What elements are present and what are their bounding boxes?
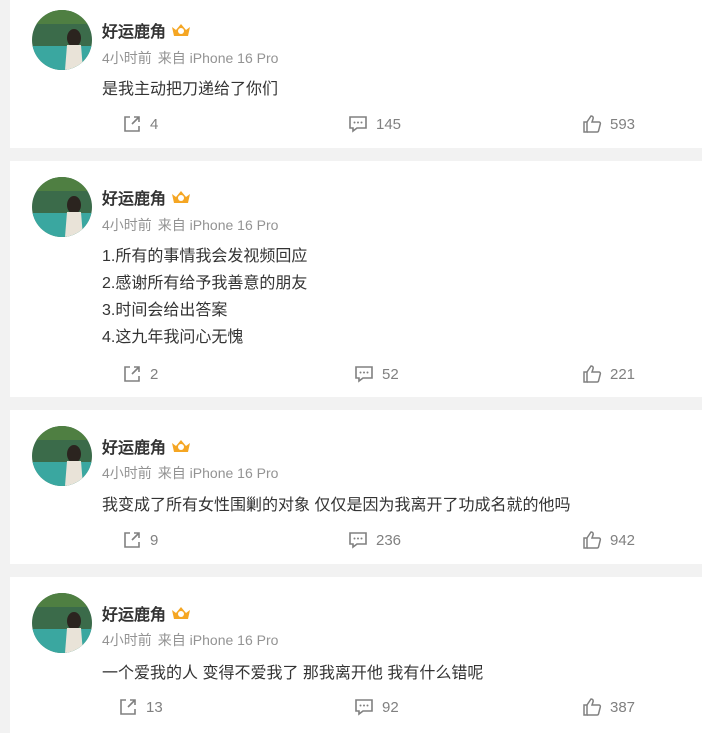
share-button[interactable]: 4 [122, 114, 158, 134]
share-button[interactable]: 2 [122, 364, 158, 384]
comment-icon [349, 532, 367, 549]
avatar[interactable] [32, 10, 92, 70]
username[interactable]: 好运鹿角 [102, 601, 166, 625]
post-time[interactable]: 4小时前 [102, 632, 152, 648]
post-card: 好运鹿角 4小时前 来自 iPhone 16 Pro 我变成了所有女性围剿的对象 … [10, 410, 702, 564]
post-card: 好运鹿角 4小时前 来自 iPhone 16 Pro 1.所有的事情我会发视频回应… [10, 161, 702, 397]
post-card: 好运鹿角 4小时前 来自 iPhone 16 Pro 是我主动把刀递给了你们 4 … [10, 0, 702, 148]
username[interactable]: 好运鹿角 [102, 18, 166, 42]
vip-crown-icon [170, 188, 192, 206]
comment-icon [355, 699, 373, 716]
post-text: 一个爱我的人 变得不爱我了 那我离开他 我有什么错呢 [102, 665, 484, 682]
post-time[interactable]: 4小时前 [102, 465, 152, 481]
comment-button[interactable]: 145 [348, 114, 401, 134]
comment-icon [355, 366, 373, 383]
avatar[interactable] [32, 426, 92, 486]
comment-icon [349, 116, 367, 133]
share-icon [120, 699, 136, 715]
comment-button[interactable]: 236 [348, 530, 401, 550]
like-icon [583, 115, 602, 133]
like-button[interactable]: 221 [582, 364, 635, 384]
share-icon [124, 366, 140, 382]
username[interactable]: 好运鹿角 [102, 434, 166, 458]
comment-button[interactable]: 92 [354, 697, 399, 717]
share-button[interactable]: 9 [122, 530, 158, 550]
share-icon [124, 116, 140, 132]
like-icon [583, 365, 602, 383]
post-source: 来自 iPhone 16 Pro [157, 50, 279, 66]
post-time[interactable]: 4小时前 [102, 217, 152, 233]
post-text: 是我主动把刀递给了你们 [102, 81, 279, 98]
post-text: 1.所有的事情我会发视频回应 2.感谢所有给予我善意的朋友 3.时间会给出答案 … [102, 248, 308, 346]
vip-crown-icon [170, 21, 192, 39]
weibo-feed: 好运鹿角 4小时前 来自 iPhone 16 Pro 是我主动把刀递给了你们 4 … [0, 0, 702, 733]
like-button[interactable]: 387 [582, 697, 635, 717]
like-icon [583, 531, 602, 549]
avatar[interactable] [32, 177, 92, 237]
post-text: 我变成了所有女性围剿的对象 仅仅是因为我离开了功成名就的他吗 [102, 497, 571, 514]
share-button[interactable]: 13 [118, 697, 163, 717]
like-icon [583, 698, 602, 716]
comment-button[interactable]: 52 [354, 364, 399, 384]
username[interactable]: 好运鹿角 [102, 185, 166, 209]
share-icon [124, 532, 140, 548]
like-button[interactable]: 942 [582, 530, 635, 550]
avatar[interactable] [32, 593, 92, 653]
like-button[interactable]: 593 [582, 114, 635, 134]
vip-crown-icon [170, 604, 192, 622]
post-time[interactable]: 4小时前 [102, 50, 152, 66]
post-card: 好运鹿角 4小时前 来自 iPhone 16 Pro 一个爱我的人 变得不爱我了 … [10, 577, 702, 733]
post-source: 来自 iPhone 16 Pro [157, 632, 279, 648]
post-source: 来自 iPhone 16 Pro [157, 217, 279, 233]
vip-crown-icon [170, 437, 192, 455]
post-source: 来自 iPhone 16 Pro [157, 465, 279, 481]
